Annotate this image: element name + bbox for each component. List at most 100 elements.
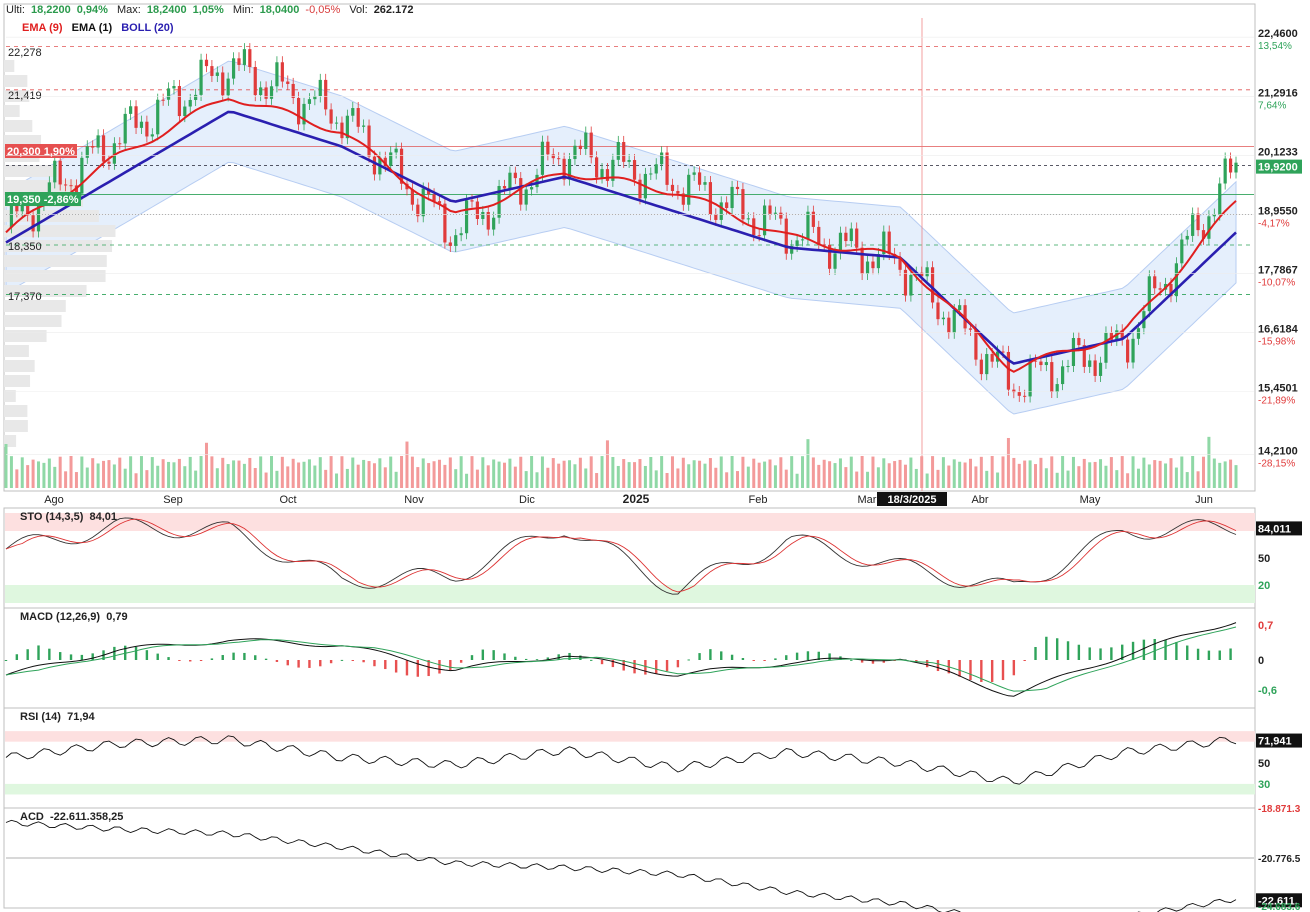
volume-bar xyxy=(811,457,815,488)
volume-bar xyxy=(1023,460,1027,488)
volume-bar xyxy=(681,457,685,488)
candle-body xyxy=(307,99,312,104)
volume-bar xyxy=(1012,457,1016,488)
volume-bar xyxy=(156,465,160,488)
rsi-value: 71,94 xyxy=(67,711,95,723)
volume-bar xyxy=(638,459,642,488)
volume-bar xyxy=(692,460,696,488)
volume-bar xyxy=(432,461,436,488)
candle-body xyxy=(784,218,788,254)
candle-body xyxy=(1098,362,1103,376)
candle-body xyxy=(925,267,929,277)
volume-bar xyxy=(708,458,712,488)
volume-bar xyxy=(605,440,609,488)
volume-bar xyxy=(562,460,566,488)
volume-bar xyxy=(524,471,528,488)
volume-bar xyxy=(757,462,761,488)
candle-body xyxy=(210,66,214,76)
candle-body xyxy=(692,172,696,175)
candle-body xyxy=(1191,213,1195,236)
volume-bar xyxy=(4,444,8,488)
volume-profile-bar xyxy=(4,360,35,372)
candle-body xyxy=(351,108,355,116)
volume-bar xyxy=(85,467,89,488)
sto-legend: STO (14,3,5) 84,01 xyxy=(20,511,117,523)
volume-bar xyxy=(936,469,940,488)
volume-bar xyxy=(660,456,664,488)
volume-bar xyxy=(578,457,582,488)
volume-bar xyxy=(958,461,962,488)
candle-body xyxy=(64,184,68,186)
volume-bar xyxy=(313,465,317,488)
candle-body xyxy=(806,211,810,240)
rsi-tick-30: 30 xyxy=(1258,779,1270,791)
acd-line xyxy=(5,819,1237,912)
macd-histogram-bar xyxy=(1077,644,1081,660)
macd-histogram-bar xyxy=(730,654,734,660)
candle-body xyxy=(269,86,274,99)
volume-bar xyxy=(139,456,143,488)
macd-histogram-bar xyxy=(752,660,755,661)
macd-histogram-bar xyxy=(1164,639,1167,660)
macd-histogram-bar xyxy=(687,659,690,661)
volume-bar xyxy=(280,456,284,488)
volume-bar xyxy=(1093,461,1097,488)
x-month-m4: Nov xyxy=(404,494,424,506)
candle-body xyxy=(275,62,279,87)
macd-histogram-bar xyxy=(69,654,73,660)
candle-body xyxy=(324,79,328,110)
candle-body xyxy=(817,226,821,245)
macd-histogram-bar xyxy=(254,655,257,660)
candle-body xyxy=(1228,158,1233,173)
volume-bar xyxy=(362,459,366,488)
volume-bar xyxy=(595,473,599,488)
volume-profile-bar xyxy=(4,120,33,132)
candle-body xyxy=(773,212,778,214)
volume-bar xyxy=(1185,472,1189,488)
candle-body xyxy=(622,141,626,162)
macd-histogram-bar xyxy=(514,656,517,660)
x-month-m8: Mar xyxy=(858,494,877,506)
volume-bar xyxy=(96,463,100,488)
volume-bar xyxy=(584,468,588,488)
volume-bar xyxy=(1223,461,1227,488)
candle-body xyxy=(1185,235,1189,240)
candle-body xyxy=(221,72,225,96)
candle-body xyxy=(557,158,561,160)
volume-bar xyxy=(1061,456,1065,488)
volume-bar xyxy=(974,466,978,488)
macd-histogram-bar xyxy=(384,660,387,670)
candle-body xyxy=(1066,365,1070,367)
candle-body xyxy=(930,267,935,303)
volume-bar xyxy=(860,456,864,488)
stock-chart-canvas[interactable]: 22,27821,41920,300 1,90%19,350 -2,86%18,… xyxy=(0,0,1310,912)
macd-histogram-bar xyxy=(492,650,495,660)
last-value: 18,2200 xyxy=(30,4,71,16)
candle-body xyxy=(129,106,133,114)
candle-body xyxy=(551,154,555,159)
volume-bar xyxy=(177,458,181,488)
volume-bar xyxy=(242,463,246,488)
volume-bar xyxy=(69,456,73,488)
legend-ema9[interactable]: EMA (9) xyxy=(22,22,63,34)
sto-axis-badge: 84,011 xyxy=(1258,523,1291,535)
candle-body xyxy=(909,274,913,296)
volume-bar xyxy=(1164,463,1168,488)
rsi-line xyxy=(5,735,1237,785)
candle-body xyxy=(605,169,610,181)
volume-bar xyxy=(914,468,918,488)
candle-body xyxy=(584,132,588,150)
macd-histogram-bar xyxy=(178,660,181,661)
legend-boll[interactable]: BOLL (20) xyxy=(121,22,173,34)
acd-label: ACD xyxy=(20,811,44,823)
candle-body xyxy=(573,145,577,160)
volume-bar xyxy=(1153,460,1157,488)
legend-ema1[interactable]: EMA (1) xyxy=(72,22,113,34)
macd-histogram-bar xyxy=(936,660,940,672)
volume-bar xyxy=(1120,456,1124,488)
candle-body xyxy=(1136,328,1141,339)
macd-histogram-bar xyxy=(286,660,289,666)
candle-body xyxy=(1147,276,1151,312)
macd-histogram-bar xyxy=(774,658,777,660)
volume-bar xyxy=(340,456,344,488)
